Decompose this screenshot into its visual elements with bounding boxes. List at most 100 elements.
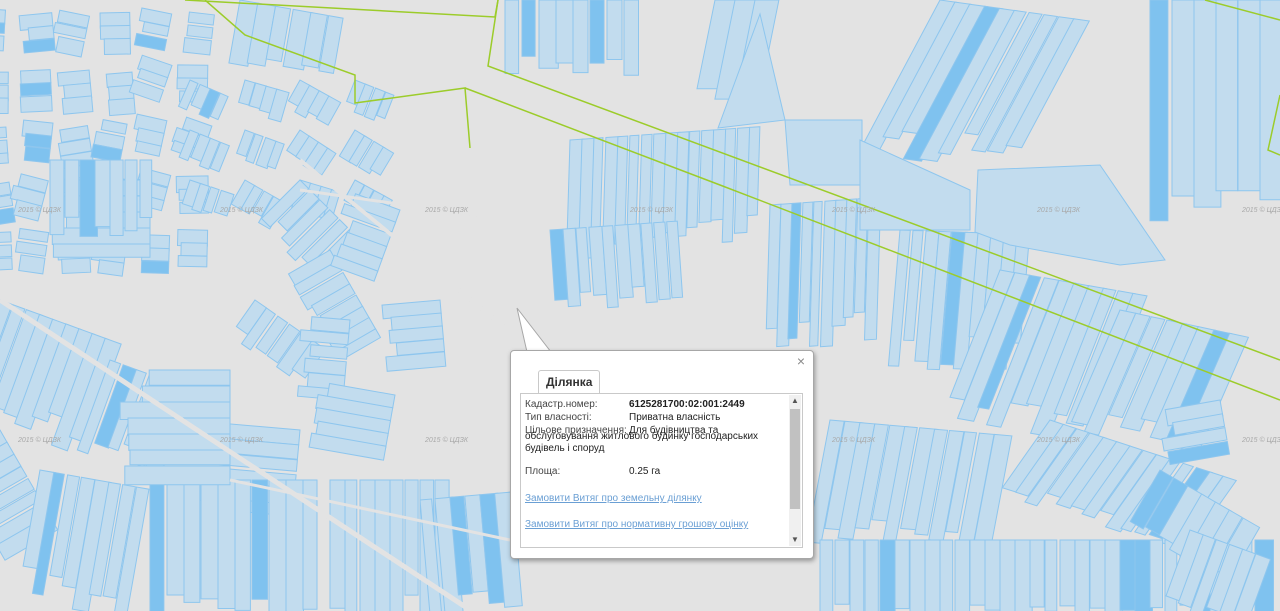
close-icon[interactable]: × bbox=[795, 354, 807, 368]
tab-parcel[interactable]: Ділянка bbox=[538, 370, 601, 394]
parcel[interactable] bbox=[504, 0, 520, 74]
parcel[interactable] bbox=[1149, 0, 1169, 222]
parcel[interactable] bbox=[1259, 0, 1280, 201]
parcel[interactable] bbox=[64, 159, 80, 218]
parcel[interactable] bbox=[589, 0, 605, 64]
scroll-down-icon[interactable]: ▼ bbox=[789, 534, 801, 546]
parcel[interactable] bbox=[374, 479, 392, 611]
parcel[interactable] bbox=[572, 0, 589, 74]
parcel[interactable] bbox=[521, 0, 536, 57]
parcel[interactable] bbox=[148, 369, 231, 386]
parcel[interactable] bbox=[217, 479, 237, 609]
parcel[interactable] bbox=[0, 21, 6, 34]
parcel[interactable] bbox=[864, 539, 879, 611]
parcel[interactable] bbox=[22, 38, 56, 54]
parcel[interactable] bbox=[19, 94, 53, 113]
parcel[interactable] bbox=[1059, 539, 1076, 607]
parcel[interactable] bbox=[107, 97, 136, 117]
parcel[interactable] bbox=[1149, 539, 1163, 609]
parcel[interactable] bbox=[234, 479, 251, 611]
watermark-text: 2015 © ЦДЗК bbox=[629, 206, 674, 214]
parcel[interactable] bbox=[183, 479, 201, 603]
parcel[interactable] bbox=[389, 479, 404, 611]
parcel[interactable] bbox=[61, 95, 94, 115]
watermark-text: 2015 © ЦДЗК bbox=[1241, 206, 1280, 214]
parcel[interactable] bbox=[103, 37, 132, 56]
parcel[interactable] bbox=[94, 159, 112, 228]
parcel[interactable] bbox=[1215, 0, 1239, 192]
parcel[interactable] bbox=[0, 231, 12, 243]
parcel[interactable] bbox=[746, 126, 761, 217]
parcel[interactable] bbox=[924, 539, 942, 611]
cadastral-value: 6125281700:02:001:2449 bbox=[629, 399, 745, 410]
parcel[interactable] bbox=[109, 159, 124, 236]
parcel[interactable] bbox=[606, 0, 623, 60]
parcel[interactable] bbox=[149, 479, 165, 611]
parcel[interactable] bbox=[1074, 539, 1090, 611]
parcel[interactable] bbox=[19, 69, 52, 85]
order-valuation-extract-link[interactable]: Замовити Витяг про нормативну грошову оц… bbox=[525, 519, 748, 530]
scroll-up-icon[interactable]: ▲ bbox=[789, 395, 801, 407]
parcel[interactable] bbox=[0, 244, 13, 258]
parcel[interactable] bbox=[623, 0, 639, 76]
parcel[interactable] bbox=[819, 539, 834, 611]
parcel[interactable] bbox=[0, 34, 5, 52]
parcel[interactable] bbox=[849, 539, 865, 611]
parcel[interactable] bbox=[176, 64, 209, 80]
parcel[interactable] bbox=[180, 242, 208, 257]
parcel[interactable] bbox=[0, 71, 9, 85]
scroll-thumb[interactable] bbox=[790, 409, 800, 509]
parcel[interactable] bbox=[894, 539, 910, 610]
parcel[interactable] bbox=[99, 24, 131, 40]
parcel[interactable] bbox=[97, 259, 125, 277]
parcel[interactable] bbox=[954, 539, 971, 611]
watermark-text: 2015 © ЦДЗК bbox=[831, 206, 876, 214]
parcel[interactable] bbox=[538, 0, 559, 69]
parcel[interactable] bbox=[182, 37, 212, 56]
parcel[interactable] bbox=[555, 0, 576, 64]
parcel[interactable] bbox=[49, 159, 65, 236]
cadastral-row: Кадастр.номер: 6125281700:02:001:2449 bbox=[525, 399, 787, 411]
parcel[interactable] bbox=[1171, 0, 1196, 197]
parcel[interactable] bbox=[0, 97, 9, 115]
parcel[interactable] bbox=[0, 257, 13, 271]
parcel[interactable] bbox=[129, 449, 231, 466]
parcel[interactable] bbox=[999, 539, 1016, 611]
parcel[interactable] bbox=[0, 152, 9, 165]
parcel[interactable] bbox=[23, 145, 51, 164]
parcel[interactable] bbox=[0, 9, 7, 25]
parcel[interactable] bbox=[24, 132, 53, 149]
parcel[interactable] bbox=[310, 316, 351, 334]
area-value: 0.25 га bbox=[629, 466, 661, 477]
parcel[interactable] bbox=[879, 539, 896, 611]
parcel[interactable] bbox=[939, 539, 954, 611]
parcel[interactable] bbox=[909, 539, 927, 611]
popup-pointer bbox=[516, 307, 557, 356]
parcel[interactable] bbox=[834, 539, 850, 605]
parcel[interactable] bbox=[27, 25, 55, 41]
parcel[interactable] bbox=[140, 260, 170, 275]
parcel[interactable] bbox=[1237, 0, 1262, 192]
parcel[interactable] bbox=[0, 126, 8, 139]
parcel[interactable] bbox=[1044, 539, 1058, 611]
watermark-text: 2015 © ЦДЗК bbox=[831, 436, 876, 444]
order-land-extract-link[interactable]: Замовити Витяг про земельну ділянку bbox=[525, 493, 702, 504]
parcel[interactable] bbox=[404, 479, 419, 596]
parcel[interactable] bbox=[139, 159, 153, 218]
parcel[interactable] bbox=[251, 479, 268, 600]
watermark-text: 2015 © ЦДЗК bbox=[17, 206, 62, 214]
parcel[interactable] bbox=[186, 24, 214, 40]
parcel[interactable] bbox=[61, 257, 92, 275]
parcel[interactable] bbox=[124, 159, 138, 232]
parcel[interactable] bbox=[18, 254, 46, 275]
parcel[interactable] bbox=[1029, 539, 1045, 608]
parcel[interactable] bbox=[344, 479, 358, 611]
parcel[interactable] bbox=[52, 243, 151, 258]
watermark-text: 2015 © ЦДЗК bbox=[1036, 206, 1081, 214]
parcel[interactable] bbox=[187, 11, 215, 26]
parcel[interactable] bbox=[784, 119, 863, 186]
popup-scrollbar[interactable]: ▲ ▼ bbox=[789, 395, 801, 546]
parcel[interactable] bbox=[19, 81, 52, 97]
parcel[interactable] bbox=[177, 254, 208, 268]
parcel[interactable] bbox=[124, 465, 231, 486]
